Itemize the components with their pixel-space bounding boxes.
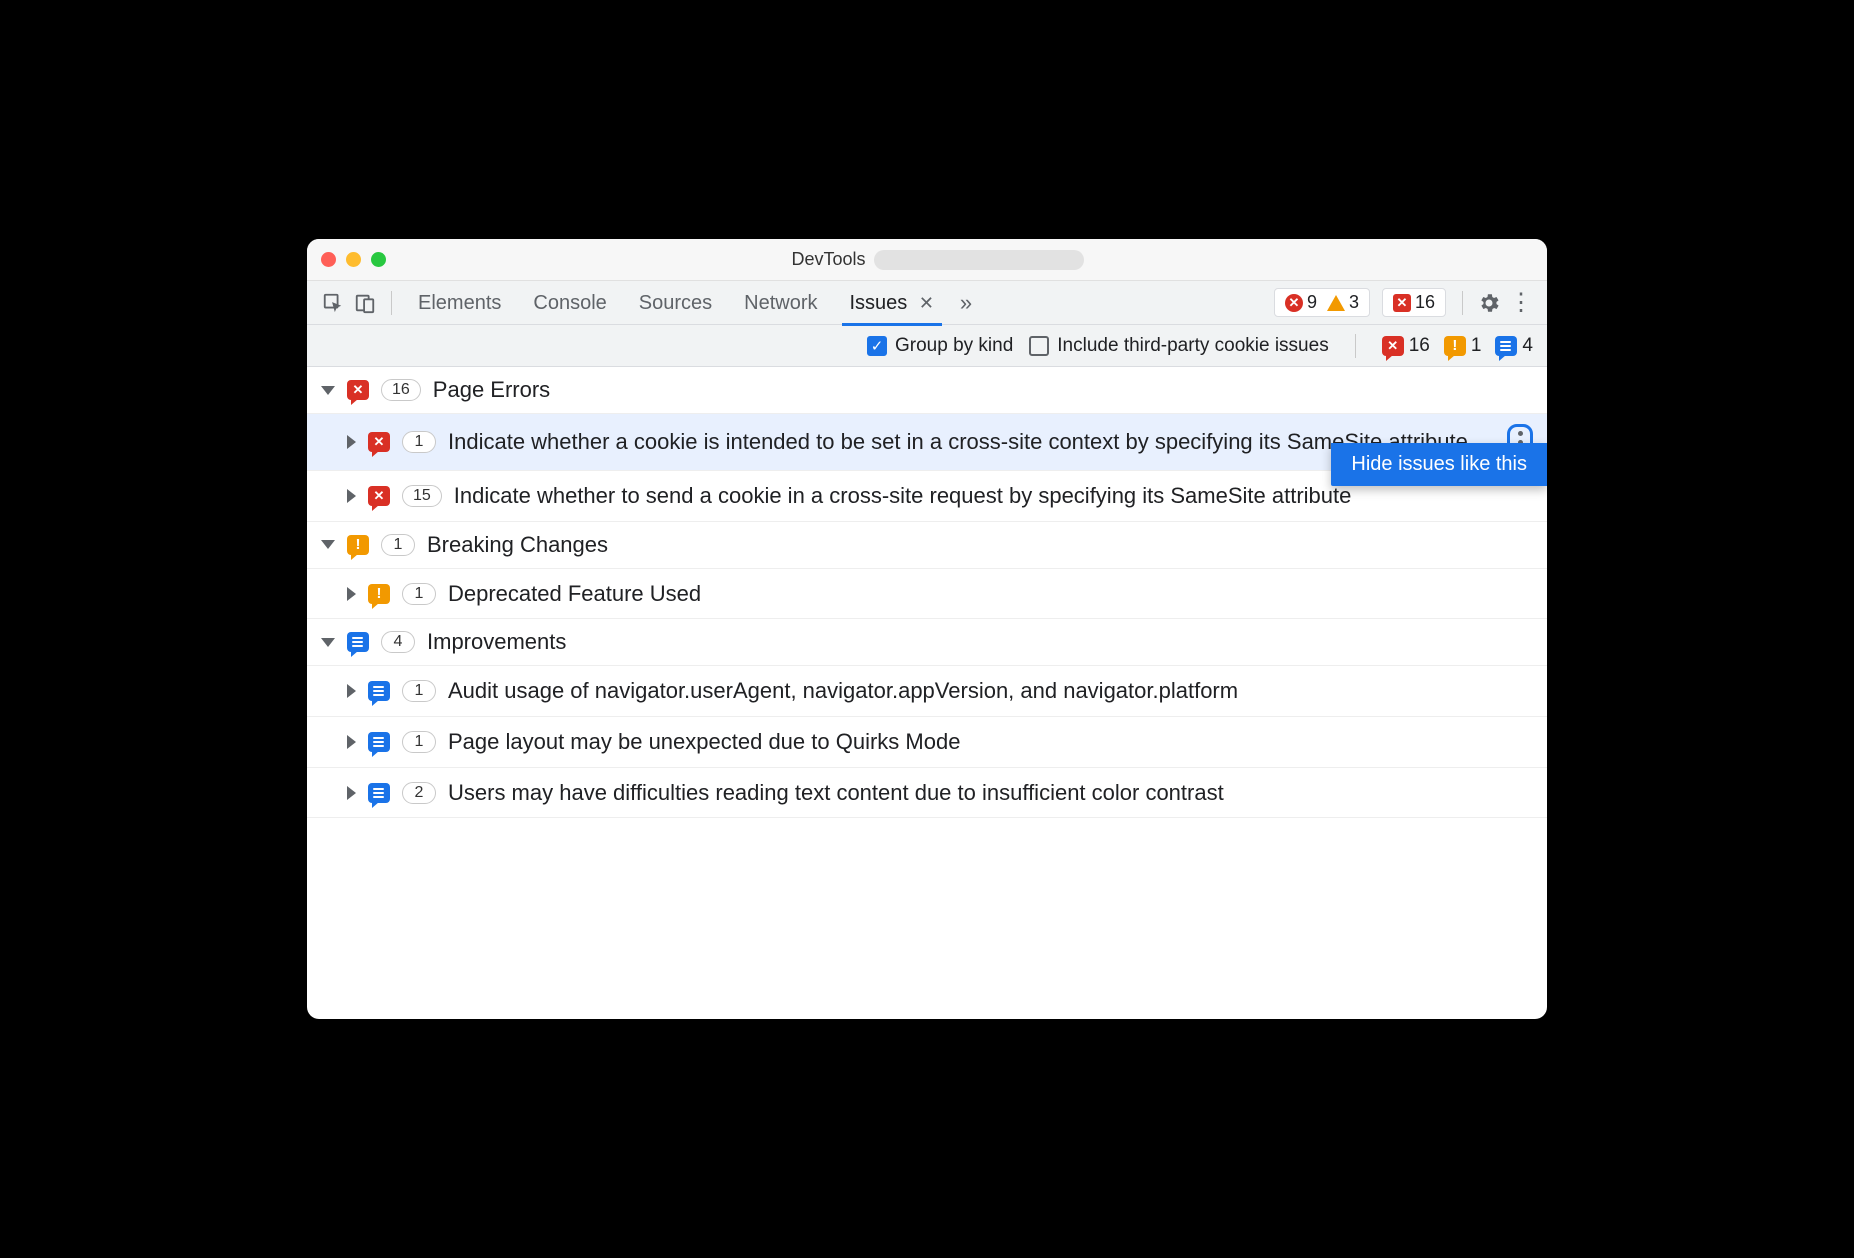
divider: [391, 291, 392, 315]
maximize-window-button[interactable]: [371, 252, 386, 267]
warning-bubble-icon: [368, 584, 390, 604]
group-page-errors[interactable]: 16 Page Errors: [307, 367, 1547, 414]
chevron-right-icon: [347, 489, 356, 503]
include-thirdparty-checkbox[interactable]: Include third-party cookie issues: [1029, 335, 1328, 357]
devtools-window: DevTools Elements Console Sources Networ…: [307, 239, 1547, 1019]
warning-bubble-icon: [347, 535, 369, 555]
warning-count: 3: [1349, 292, 1359, 313]
issue-text: Page layout may be unexpected due to Qui…: [448, 727, 1533, 757]
issue-kind-counts: 16 1 4: [1382, 335, 1533, 357]
issue-row[interactable]: 1 Audit usage of navigator.userAgent, na…: [307, 666, 1547, 717]
context-menu-hide-issues[interactable]: Hide issues like this: [1331, 443, 1547, 486]
warning-bubble-icon: [1444, 336, 1466, 356]
info-bubble-icon: [347, 632, 369, 652]
close-tab-icon[interactable]: ✕: [919, 293, 934, 313]
issues-square-icon: ✕: [1393, 294, 1411, 312]
group-by-kind-checkbox[interactable]: ✓ Group by kind: [867, 335, 1013, 357]
chevron-right-icon: [347, 587, 356, 601]
title-url-pill: [874, 250, 1084, 270]
error-bubble-icon: [368, 432, 390, 452]
info-kind-count: 4: [1522, 335, 1533, 357]
warning-triangle-icon: [1327, 295, 1345, 311]
device-toggle-icon[interactable]: [349, 287, 381, 319]
info-bubble-icon: [368, 783, 390, 803]
error-bubble-icon: [347, 380, 369, 400]
error-bubble-icon: [1382, 336, 1404, 356]
group-count: 1: [381, 534, 415, 556]
warning-kind-count: 1: [1471, 335, 1482, 357]
issues-subbar: ✓ Group by kind Include third-party cook…: [307, 325, 1547, 367]
error-count: 9: [1307, 292, 1317, 313]
divider: [1355, 334, 1356, 358]
issue-row[interactable]: 1 Deprecated Feature Used: [307, 569, 1547, 620]
settings-icon[interactable]: [1473, 287, 1505, 319]
inspect-icon[interactable]: [317, 287, 349, 319]
error-bubble-icon: [368, 486, 390, 506]
tab-sources[interactable]: Sources: [623, 281, 728, 325]
tab-console[interactable]: Console: [517, 281, 622, 325]
tab-network[interactable]: Network: [728, 281, 833, 325]
issue-text: Audit usage of navigator.userAgent, navi…: [448, 676, 1533, 706]
group-breaking-changes[interactable]: 1 Breaking Changes: [307, 522, 1547, 569]
issue-count: 1: [402, 431, 436, 453]
group-count: 16: [381, 379, 421, 401]
info-bubble-icon: [368, 681, 390, 701]
close-window-button[interactable]: [321, 252, 336, 267]
group-label: Breaking Changes: [427, 532, 608, 558]
issues-content: 16 Page Errors 1 Indicate whether a cook…: [307, 367, 1547, 1019]
issue-text: Deprecated Feature Used: [448, 579, 1533, 609]
chevron-right-icon: [347, 786, 356, 800]
traffic-lights: [321, 252, 386, 267]
info-bubble-icon: [1495, 336, 1517, 356]
console-counter-box[interactable]: ✕9 3: [1274, 288, 1370, 317]
issue-count: 2: [402, 782, 436, 804]
chevron-down-icon: [321, 386, 335, 395]
issue-row[interactable]: 1 Page layout may be unexpected due to Q…: [307, 717, 1547, 768]
issue-row[interactable]: 2 Users may have difficulties reading te…: [307, 768, 1547, 819]
issue-count: 1: [402, 731, 436, 753]
group-label: Page Errors: [433, 377, 550, 403]
tab-elements[interactable]: Elements: [402, 281, 517, 325]
issues-count: 16: [1415, 292, 1435, 313]
tab-issues-label: Issues: [850, 292, 908, 314]
main-menu-icon[interactable]: ⋮: [1505, 287, 1537, 319]
error-dot-icon: ✕: [1285, 294, 1303, 312]
group-count: 4: [381, 631, 415, 653]
group-by-kind-label: Group by kind: [895, 335, 1013, 357]
more-tabs-icon[interactable]: »: [950, 287, 982, 319]
include-thirdparty-label: Include third-party cookie issues: [1057, 335, 1328, 357]
window-title: DevTools: [791, 249, 865, 270]
minimize-window-button[interactable]: [346, 252, 361, 267]
issue-text: Users may have difficulties reading text…: [448, 778, 1533, 808]
chevron-down-icon: [321, 638, 335, 647]
issue-count: 1: [402, 583, 436, 605]
info-bubble-icon: [368, 732, 390, 752]
divider: [1462, 291, 1463, 315]
checkbox-checked-icon: ✓: [867, 336, 887, 356]
chevron-right-icon: [347, 684, 356, 698]
chevron-down-icon: [321, 540, 335, 549]
titlebar: DevTools: [307, 239, 1547, 281]
error-kind-count: 16: [1409, 335, 1430, 357]
main-toolbar: Elements Console Sources Network Issues …: [307, 281, 1547, 325]
issue-count: 15: [402, 485, 442, 507]
tab-issues[interactable]: Issues ✕: [834, 281, 950, 325]
group-label: Improvements: [427, 629, 566, 655]
chevron-right-icon: [347, 435, 356, 449]
chevron-right-icon: [347, 735, 356, 749]
issues-counter-box[interactable]: ✕16: [1382, 288, 1446, 317]
group-improvements[interactable]: 4 Improvements: [307, 619, 1547, 666]
issue-count: 1: [402, 680, 436, 702]
checkbox-unchecked-icon: [1029, 336, 1049, 356]
